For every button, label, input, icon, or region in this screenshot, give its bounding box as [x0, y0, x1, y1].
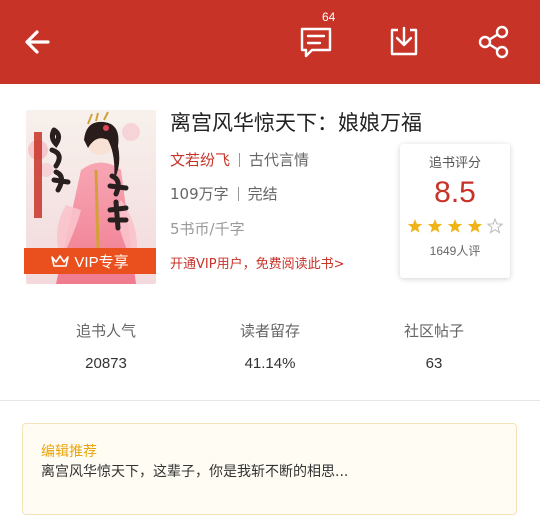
rating-count: 1649人评 [429, 244, 481, 258]
top-bar: 64 [0, 0, 540, 84]
stat-value: 41.14% [244, 355, 296, 372]
stat-popularity: 追书人气 20873 [16, 320, 196, 372]
editor-recommendation-title: 编辑推荐 [41, 444, 97, 460]
rating-card[interactable]: 追书评分 8.5 1649人评 [400, 144, 510, 278]
star-rating [407, 218, 504, 234]
download-icon [390, 26, 418, 56]
star-filled-icon [407, 219, 423, 233]
stat-label: 社区帖子 [403, 322, 464, 340]
back-arrow-icon [25, 30, 50, 54]
book-title: 离宫风华惊天下：娘娘万福 [170, 111, 422, 135]
star-filled-icon [447, 219, 463, 233]
separator [237, 186, 239, 201]
download-button[interactable] [384, 22, 424, 62]
stat-value: 20873 [85, 355, 127, 372]
star-filled-icon [427, 219, 443, 233]
stat-community-posts[interactable]: 社区帖子 63 [344, 320, 524, 372]
category-label[interactable]: 古代言情 [249, 149, 309, 170]
vip-badge-label: VIP专享 [74, 253, 129, 271]
price-label: 5书币/千字 [170, 220, 245, 238]
share-icon [478, 25, 509, 59]
book-meta-length-row: 109万字 完结 [170, 183, 278, 204]
rating-score: 8.5 [434, 176, 476, 209]
book-meta-author-row: 文若纷飞 古代言情 [170, 149, 309, 170]
comment-count-badge: 64 [322, 10, 336, 24]
stat-label: 追书人气 [75, 322, 136, 340]
star-empty-icon [486, 218, 504, 234]
vip-subscribe-link[interactable]: 开通VIP用户，免费阅读此书> [170, 253, 344, 272]
completion-status: 完结 [247, 185, 278, 203]
vip-exclusive-badge: VIP专享 [24, 248, 156, 274]
comments-button[interactable] [296, 22, 336, 62]
back-button[interactable] [18, 22, 58, 62]
share-button[interactable] [474, 22, 514, 62]
stat-value: 63 [425, 355, 443, 372]
author-link[interactable]: 文若纷飞 [170, 149, 230, 170]
editor-recommendation-text: 离宫风华惊天下，这辈子，你是我斩不断的相思... [41, 464, 349, 480]
section-divider [0, 400, 540, 401]
star-filled-icon [467, 219, 483, 233]
word-count: 109万字 [170, 185, 229, 203]
editor-recommendation[interactable]: 编辑推荐 离宫风华惊天下，这辈子，你是我斩不断的相思... [22, 423, 517, 515]
stats-row: 追书人气 20873 读者留存 41.14% 社区帖子 63 [0, 320, 540, 380]
crown-icon [51, 255, 70, 267]
stat-label: 读者留存 [239, 322, 300, 340]
separator [239, 152, 241, 167]
rating-label: 追书评分 [428, 156, 481, 171]
comment-icon [300, 27, 332, 58]
stat-retention: 读者留存 41.14% [180, 320, 360, 372]
